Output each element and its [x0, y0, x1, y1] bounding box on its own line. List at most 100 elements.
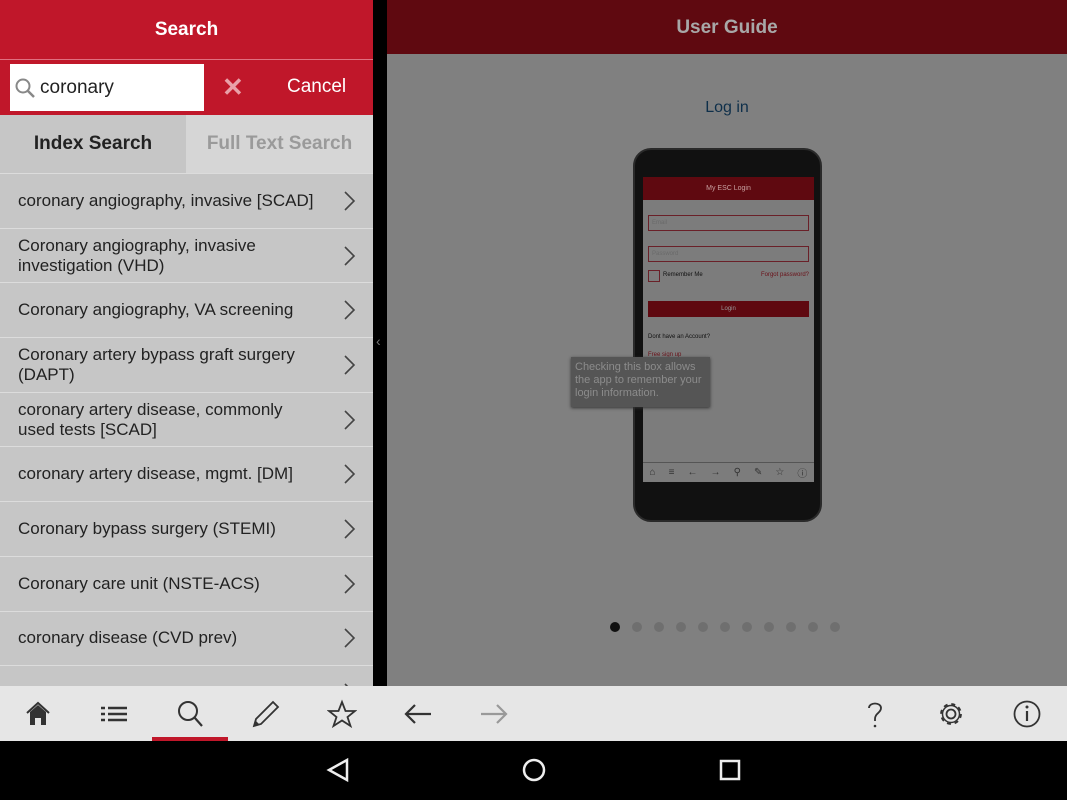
search-input[interactable] [40, 76, 190, 99]
result-label: coronary disease (CVD prev) [18, 628, 238, 648]
phone-email: Email [648, 215, 809, 231]
info-button[interactable] [989, 686, 1065, 741]
forward-arrow-icon [481, 703, 508, 724]
help-button[interactable] [837, 686, 913, 741]
chevron-right-icon [344, 300, 356, 320]
list-icon [101, 706, 127, 721]
pencil-icon: ✎ [753, 467, 763, 478]
gear-button[interactable] [913, 686, 989, 741]
chevron-right-icon [344, 628, 356, 648]
phone-toolbar: ⌂ ≡ ← → ⚲ ✎ ☆ ⓘ [643, 462, 814, 482]
nav-home-icon[interactable] [521, 757, 547, 783]
back-arrow-icon [404, 703, 431, 724]
search-icon: ⚲ [733, 467, 741, 478]
phone-password: Password [648, 246, 809, 262]
chevron-right-icon [344, 355, 356, 375]
chevron-right-icon [344, 464, 356, 484]
clear-icon[interactable]: ✕ [222, 72, 244, 103]
forward-arrow-button[interactable] [456, 686, 532, 741]
chevron-right-icon [344, 574, 356, 594]
phone-remember: Remember Me [663, 272, 703, 278]
result-item[interactable]: Coronary angiography, VA screening [0, 282, 373, 337]
result-item[interactable]: coronary disease (CVD prev) [0, 610, 373, 666]
result-label: coronary angiography, invasive [SCAD] [18, 190, 314, 210]
phone-login-button: Login [648, 301, 809, 317]
cancel-button[interactable]: Cancel [287, 76, 346, 98]
phone-illustration: My ESC Login Email Password Remember Me … [633, 148, 822, 522]
page-dot[interactable] [720, 622, 730, 632]
user-guide-panel: User Guide Log in My ESC Login Email Pas… [387, 0, 1067, 686]
page-dot[interactable] [830, 622, 840, 632]
user-guide-title: User Guide [387, 0, 1067, 54]
chevron-right-icon [344, 410, 356, 430]
page-dot[interactable] [676, 622, 686, 632]
tab-full-text-search[interactable]: Full Text Search [186, 115, 373, 173]
phone-login-title: My ESC Login [643, 177, 814, 200]
page-dot[interactable] [808, 622, 818, 632]
phone-checkbox [648, 270, 660, 282]
panel-divider[interactable]: ‹ [373, 0, 387, 686]
result-label: Coronary bypass surgery (STEMI) [18, 518, 276, 538]
page-dot[interactable] [610, 622, 620, 632]
result-item[interactable]: coronary artery disease, mgmt. [DM] [0, 446, 373, 501]
result-label: Coronary angiography, invasive investiga… [18, 235, 256, 275]
result-item[interactable]: coronary angiography, invasive [SCAD] [0, 173, 373, 228]
result-item[interactable]: Coronary artery bypass graft surgery (DA… [0, 337, 373, 392]
search-bar: ✕ Cancel [0, 60, 373, 115]
result-item[interactable]: Coronary care unit (NSTE-ACS) [0, 555, 373, 611]
home-button[interactable] [0, 686, 76, 741]
result-item[interactable] [0, 665, 373, 686]
results-list: coronary angiography, invasive [SCAD] Cor… [0, 173, 373, 686]
result-item[interactable]: Coronary angiography, invasive investiga… [0, 227, 373, 283]
chevron-right-icon [344, 519, 356, 539]
result-label: coronary artery disease, mgmt. [DM] [18, 464, 293, 484]
search-icon [15, 78, 35, 98]
pencil-button[interactable] [228, 686, 304, 741]
bottom-toolbar [0, 686, 1067, 741]
help-icon [868, 702, 882, 727]
info-icon: ⓘ [797, 469, 808, 480]
search-icon [178, 700, 203, 727]
search-title: Search [0, 0, 373, 60]
star-button[interactable] [304, 686, 380, 741]
page-dot[interactable] [742, 622, 752, 632]
result-item[interactable]: coronary artery disease, commonly used t… [0, 391, 373, 447]
page-indicator [610, 622, 840, 632]
gear-icon [940, 702, 962, 725]
search-field[interactable] [10, 64, 204, 111]
star-icon: ☆ [775, 467, 785, 478]
home-icon [26, 701, 50, 725]
collapse-chevron-icon[interactable]: ‹ [376, 333, 381, 349]
nav-recents-icon[interactable] [718, 757, 742, 783]
search-panel: Search ✕ Cancel Index Search Full Text S… [0, 0, 373, 686]
tab-index-search[interactable]: Index Search [0, 115, 186, 173]
nav-back-icon[interactable] [326, 757, 350, 783]
chevron-right-icon [344, 191, 356, 211]
page-dot[interactable] [632, 622, 642, 632]
page-dot[interactable] [698, 622, 708, 632]
phone-forgot: Forgot password? [760, 272, 809, 278]
page-dot[interactable] [764, 622, 774, 632]
search-button[interactable] [152, 686, 228, 741]
result-label: Coronary artery bypass graft surgery (DA… [18, 344, 295, 384]
result-label: coronary artery disease, commonly used t… [18, 399, 283, 439]
star-icon [327, 699, 357, 728]
list-button[interactable] [76, 686, 152, 741]
chevron-right-icon [344, 245, 356, 266]
page-dot[interactable] [654, 622, 664, 632]
phone-no-account: Dont have an Account? [648, 334, 711, 340]
result-label: Coronary care unit (NSTE-ACS) [18, 573, 260, 593]
slide-title: Log in [705, 99, 749, 116]
tooltip: Checking this box allows the app to reme… [571, 357, 710, 407]
result-item[interactable]: Coronary bypass surgery (STEMI) [0, 501, 373, 556]
pencil-icon [252, 700, 280, 727]
home-icon: ⌂ [649, 467, 656, 478]
result-label: Coronary angiography, VA screening [18, 300, 294, 320]
android-nav-bar [0, 741, 1067, 800]
forward-arrow-icon: → [710, 467, 721, 478]
back-arrow-icon: ← [687, 467, 698, 478]
page-dot[interactable] [786, 622, 796, 632]
back-arrow-button[interactable] [380, 686, 456, 741]
list-icon: ≡ [668, 467, 675, 478]
info-icon [1013, 700, 1041, 727]
